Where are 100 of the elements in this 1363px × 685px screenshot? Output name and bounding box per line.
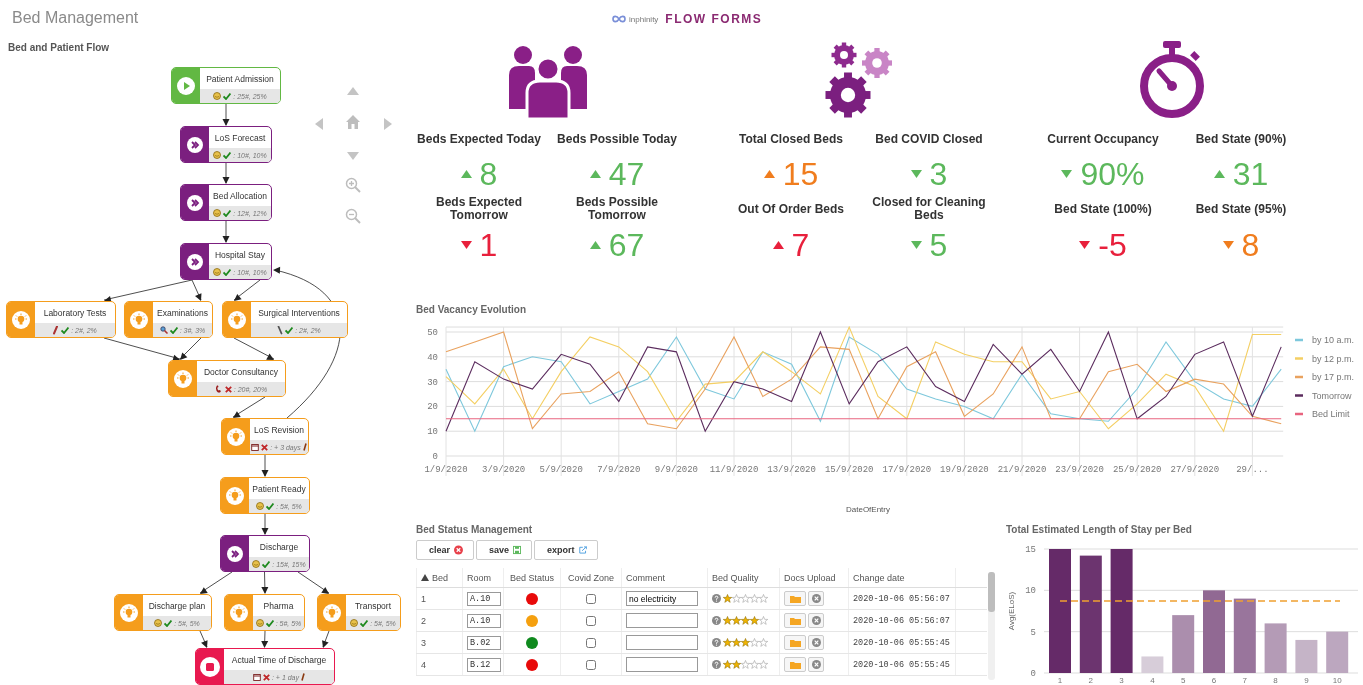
node-title: Laboratory Tests xyxy=(42,306,108,320)
comment-field[interactable] xyxy=(626,613,698,628)
axis-title: Avg(ELoS) xyxy=(1007,591,1016,631)
star-icon xyxy=(723,616,732,625)
comment-field[interactable]: no electricity xyxy=(626,591,698,606)
node-title: Discharge plan xyxy=(147,599,207,613)
covid-checkbox[interactable] xyxy=(586,637,596,648)
chart-title: Bed Vacancy Evolution xyxy=(415,303,528,317)
star-icon xyxy=(741,638,750,647)
legend-swatch xyxy=(1295,375,1303,379)
star-rating[interactable] xyxy=(723,616,768,625)
axis-tick-label: 19/9/2020 xyxy=(940,465,989,475)
phone-icon xyxy=(214,385,223,393)
room-field[interactable]: A.10 xyxy=(467,591,501,606)
folder-button[interactable] xyxy=(784,591,806,606)
folder-icon xyxy=(789,660,801,669)
bar xyxy=(1141,656,1164,673)
double-chevron-icon xyxy=(187,253,203,270)
room-field[interactable]: B.02 xyxy=(467,635,501,650)
zoom-out-icon[interactable] xyxy=(345,208,361,224)
infinity-icon xyxy=(612,15,626,23)
help-icon[interactable] xyxy=(712,638,721,647)
column-header[interactable]: Bed Quality xyxy=(707,568,780,588)
column-header[interactable]: Change date xyxy=(848,568,956,588)
category-label: 8 xyxy=(1273,676,1278,685)
lightbulb-icon xyxy=(323,603,341,622)
calendar-icon xyxy=(251,443,260,451)
remove-button[interactable] xyxy=(808,635,824,650)
table-title: Bed Status Management xyxy=(415,523,534,537)
axis-tick-label: 29/... xyxy=(1236,465,1269,475)
kpi-value: 15 xyxy=(782,156,819,192)
folder-button[interactable] xyxy=(784,657,806,672)
clear-icon xyxy=(454,545,463,555)
star-rating[interactable] xyxy=(723,638,768,647)
category-label: 6 xyxy=(1211,676,1217,685)
covid-checkbox[interactable] xyxy=(586,615,596,626)
axis-tick-label: 1/9/2020 xyxy=(424,465,468,475)
room-field[interactable]: A.10 xyxy=(467,613,501,628)
axis-tick-label: 50 xyxy=(427,328,438,338)
star-icon xyxy=(741,594,750,603)
room-field[interactable]: B.12 xyxy=(467,657,501,672)
legend-swatch xyxy=(1295,412,1303,416)
comment-field[interactable] xyxy=(626,635,698,650)
star-rating[interactable] xyxy=(723,594,768,603)
connector-arrow xyxy=(222,103,230,126)
lightbulb-icon xyxy=(226,486,244,505)
home-icon[interactable] xyxy=(345,114,361,130)
zoom-in-icon[interactable] xyxy=(345,177,361,193)
kpi-label: Beds Possible Today xyxy=(557,130,677,148)
remove-button[interactable] xyxy=(808,591,824,606)
column-header[interactable]: Covid Zone xyxy=(560,568,622,588)
star-icon xyxy=(723,594,732,603)
scrollbar-thumb[interactable] xyxy=(988,572,995,612)
save-button[interactable]: save xyxy=(476,540,532,560)
coin-icon xyxy=(213,209,222,217)
kpi-label: Beds Possible Tomorrow xyxy=(575,195,659,223)
folder-button[interactable] xyxy=(784,613,806,628)
node-title: LoS Revision xyxy=(252,423,306,437)
star-icon xyxy=(759,660,768,669)
column-header[interactable]: Bed Status xyxy=(503,568,561,588)
axis-tick-label: 15 xyxy=(1025,545,1036,555)
kpi-value: 90% xyxy=(1080,156,1145,192)
scrollbar[interactable] xyxy=(988,572,995,680)
axis-tick-label: 0 xyxy=(1030,669,1036,679)
help-icon[interactable] xyxy=(712,616,721,625)
folder-button[interactable] xyxy=(784,635,806,650)
covid-checkbox[interactable] xyxy=(586,593,596,604)
node-title: Patient Ready xyxy=(251,482,307,496)
remove-button[interactable] xyxy=(808,657,824,672)
connector-arrow xyxy=(222,162,230,184)
folder-icon xyxy=(789,638,801,647)
star-icon xyxy=(732,616,741,625)
column-header[interactable]: Room xyxy=(462,568,504,588)
export-button[interactable]: export xyxy=(534,540,598,560)
kpi-label: Bed State (95%) xyxy=(1195,200,1287,218)
covid-checkbox[interactable] xyxy=(586,659,596,670)
column-header[interactable]: Comment xyxy=(621,568,708,588)
coin-icon xyxy=(255,619,264,627)
kpi-label: Bed State (90%) xyxy=(1195,130,1287,148)
coin-icon xyxy=(350,619,359,627)
node-title: Surgical Interventions xyxy=(257,306,341,320)
axis-tick-label: 20 xyxy=(427,402,438,413)
category-label: 5 xyxy=(1180,676,1186,685)
help-icon[interactable] xyxy=(712,594,721,603)
double-chevron-icon xyxy=(187,194,203,211)
connector-arrow xyxy=(222,220,230,243)
help-icon[interactable] xyxy=(712,660,721,669)
connector-arrow xyxy=(261,454,269,477)
connector-arrow xyxy=(233,279,261,301)
star-icon xyxy=(759,638,768,647)
remove-button[interactable] xyxy=(808,613,824,628)
table-cell: 2 xyxy=(416,609,463,632)
clear-button[interactable]: clear xyxy=(416,540,474,560)
category-label: 10 xyxy=(1332,676,1342,685)
connector-arrow xyxy=(261,513,269,535)
comment-field[interactable] xyxy=(626,657,698,672)
star-rating[interactable] xyxy=(723,660,768,669)
column-header[interactable]: Docs Upload xyxy=(779,568,849,588)
column-header[interactable]: Bed xyxy=(416,568,463,588)
star-icon xyxy=(759,616,768,625)
